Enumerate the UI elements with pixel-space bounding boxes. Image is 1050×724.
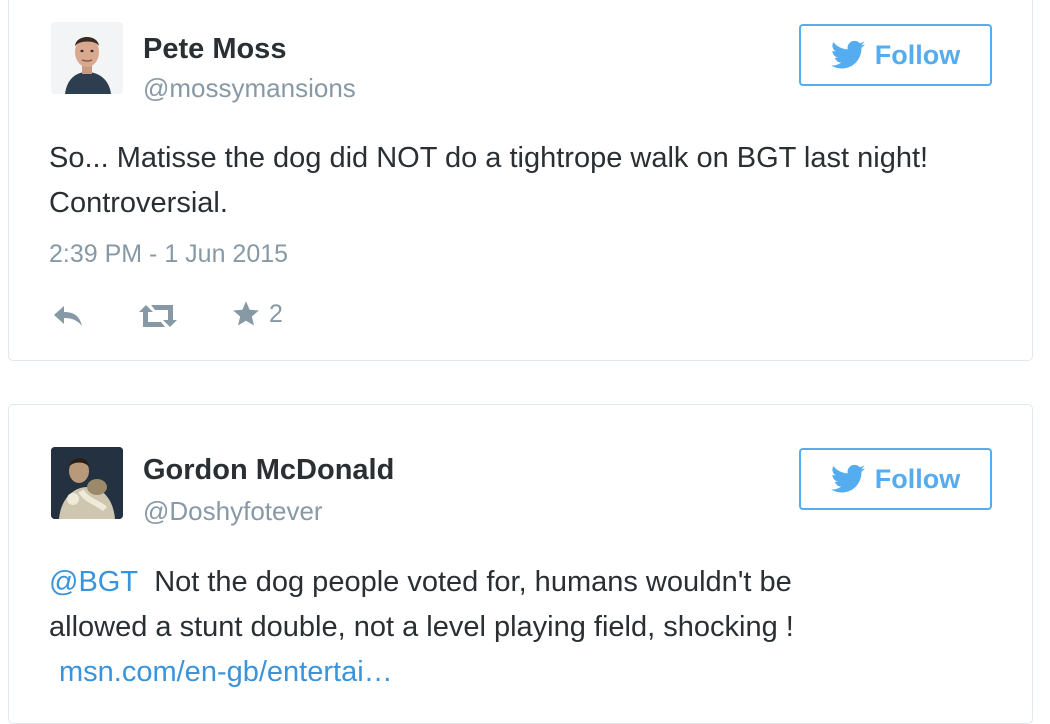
retweet-button[interactable]: [137, 302, 179, 330]
follow-button[interactable]: Follow: [799, 448, 992, 510]
display-name[interactable]: Pete Moss: [143, 33, 286, 66]
avatar[interactable]: [51, 22, 123, 94]
favorite-count: 2: [269, 299, 283, 328]
follow-label: Follow: [874, 39, 961, 70]
reply-button[interactable]: [51, 304, 85, 328]
retweet-icon: [139, 305, 177, 327]
tweet-timestamp[interactable]: 2:39 PM - 1 Jun 2015: [49, 240, 288, 269]
follow-label: Follow: [874, 463, 961, 494]
tweet-card: Pete Moss @mossymansions Follow So... Ma…: [8, 0, 1033, 361]
tweet-text-line-1: @BGT Not the dog people voted for, human…: [49, 560, 1009, 605]
tweet-text-line-2: allowed a stunt double, not a level play…: [49, 611, 794, 643]
tweet-text-part: Not the dog people voted for, humans wou…: [154, 566, 792, 598]
user-handle[interactable]: @mossymansions: [143, 73, 356, 104]
display-name[interactable]: Gordon McDonald: [143, 454, 394, 487]
url-link[interactable]: msn.com/en-gb/entertai…: [59, 656, 393, 688]
user-handle[interactable]: @Doshyfotever: [143, 496, 323, 527]
twitter-bird-icon: [830, 464, 865, 493]
follow-button[interactable]: Follow: [799, 24, 992, 86]
favorite-star-icon: [233, 301, 259, 326]
tweet-text-line-3: msn.com/en-gb/entertai…: [49, 650, 1009, 695]
reply-icon: [54, 306, 82, 326]
favorite-button[interactable]: 2: [231, 299, 283, 329]
tweet-text: @BGT Not the dog people voted for, human…: [49, 560, 1009, 695]
mention-link[interactable]: @BGT: [49, 566, 138, 598]
avatar[interactable]: [51, 447, 123, 519]
twitter-bird-icon: [830, 40, 865, 69]
tweet-text: So... Matisse the dog did NOT do a tight…: [49, 142, 929, 219]
tweet-card: Gordon McDonald @Doshyfotever Follow @BG…: [8, 404, 1033, 724]
